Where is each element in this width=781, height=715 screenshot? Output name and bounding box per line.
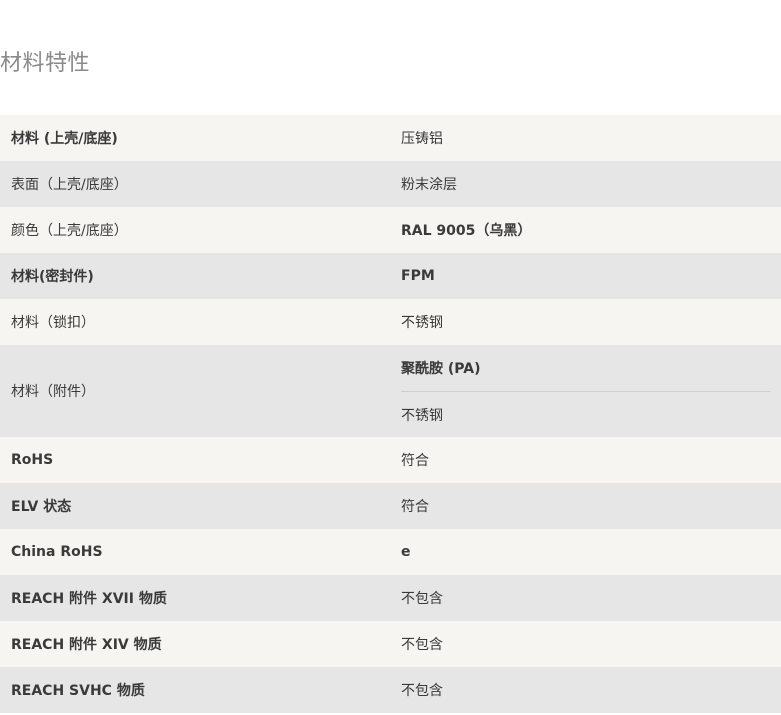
row-value: FPM: [401, 268, 435, 284]
row-value: 不锈钢: [401, 391, 771, 437]
row-value: 符合: [401, 499, 429, 515]
row-value: 不包含: [401, 637, 443, 653]
table-row-elv: ELV 状态 符合: [0, 483, 781, 529]
row-value: 不包含: [401, 683, 443, 699]
row-label: REACH 附件 XIV 物质: [11, 637, 162, 653]
table-row-surface: 表面（上壳/底座） 粉末涂层: [0, 161, 781, 207]
table-row-material-accessories: 材料（附件） 聚酰胺 (PA) 不锈钢: [0, 345, 781, 437]
row-label: 材料 (上壳/底座): [11, 131, 118, 147]
properties-table: 材料 (上壳/底座) 压铸铝 表面（上壳/底座） 粉末涂层 颜色（上壳/底座） …: [0, 115, 781, 713]
row-value: e: [401, 544, 411, 560]
section-title: 材料特性: [0, 51, 91, 76]
row-label: REACH 附件 XVII 物质: [11, 591, 167, 607]
row-label: ELV 状态: [11, 499, 72, 515]
table-row-material-lock: 材料（锁扣） 不锈钢: [0, 299, 781, 345]
row-label: 表面（上壳/底座）: [11, 177, 128, 193]
row-value: 不锈钢: [401, 315, 443, 331]
table-row-reach-svhc: REACH SVHC 物质 不包含: [0, 667, 781, 713]
table-row-reach-annex-xvii: REACH 附件 XVII 物质 不包含: [0, 575, 781, 621]
row-value: RAL 9005（乌黑）: [401, 223, 532, 239]
row-value: 符合: [401, 453, 429, 469]
row-label: REACH SVHC 物质: [11, 683, 145, 699]
row-label: 颜色（上壳/底座）: [11, 223, 128, 239]
table-row-china-rohs: China RoHS e: [0, 529, 781, 575]
table-row-reach-annex-xiv: REACH 附件 XIV 物质 不包含: [0, 621, 781, 667]
row-value: 聚酰胺 (PA): [401, 361, 481, 377]
material-properties-page: 材料特性 材料 (上壳/底座) 压铸铝 表面（上壳/底座） 粉末涂层 颜色（上壳…: [0, 0, 781, 715]
row-label: 材料（锁扣）: [11, 315, 95, 331]
row-value: 不包含: [401, 591, 443, 607]
table-row-material-seal: 材料(密封件) FPM: [0, 253, 781, 299]
row-label: China RoHS: [11, 544, 103, 560]
row-label: 材料(密封件): [11, 269, 94, 285]
row-value: 压铸铝: [401, 131, 443, 147]
table-row-material-housing: 材料 (上壳/底座) 压铸铝: [0, 115, 781, 161]
row-label: RoHS: [11, 452, 54, 468]
table-row-rohs: RoHS 符合: [0, 437, 781, 483]
table-row-color: 颜色（上壳/底座） RAL 9005（乌黑）: [0, 207, 781, 253]
row-value: 粉末涂层: [401, 177, 457, 193]
row-label: 材料（附件）: [11, 384, 95, 400]
